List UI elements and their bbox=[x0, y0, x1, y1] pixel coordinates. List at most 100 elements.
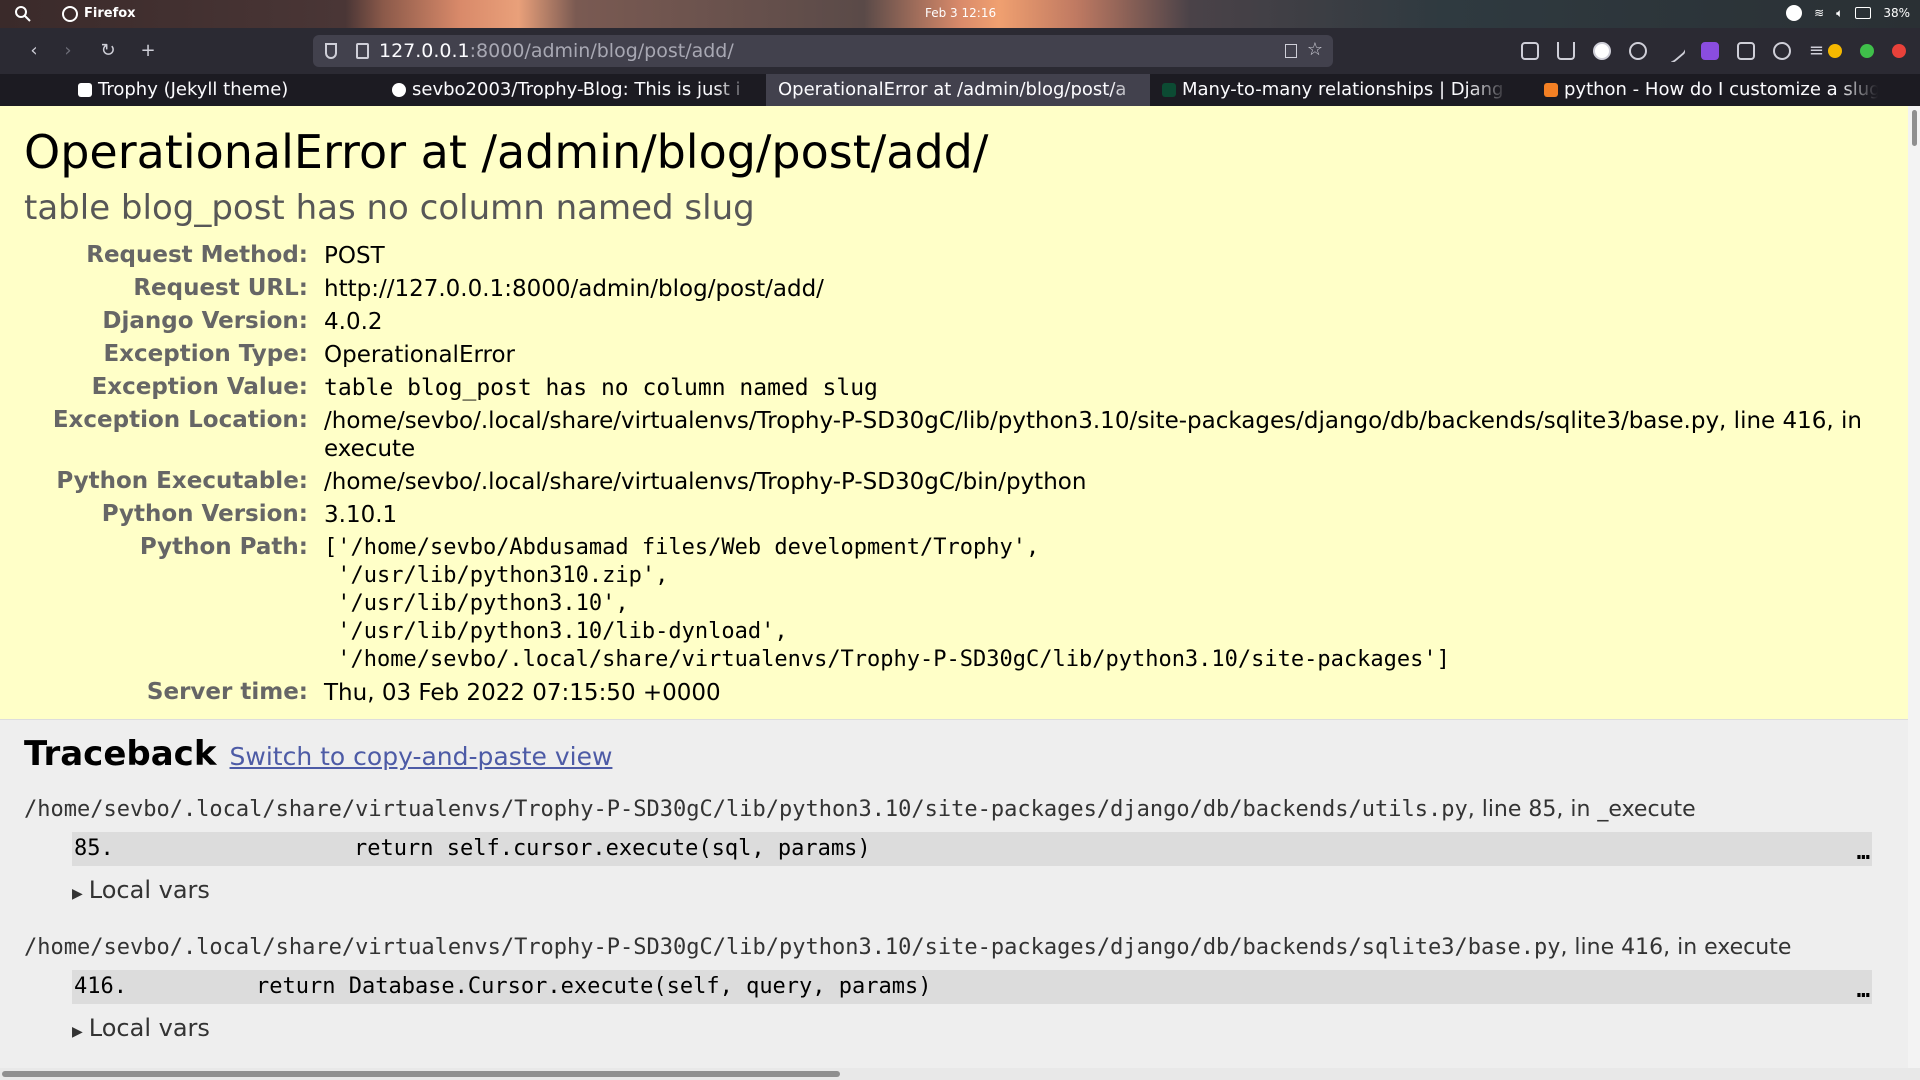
meta-label: Exception Value: bbox=[91, 374, 308, 400]
local-vars-label: Local vars bbox=[88, 1014, 210, 1042]
frame-file-path: /home/sevbo/.local/share/virtualenvs/Tro… bbox=[24, 934, 1844, 962]
meta-row: Exception Type: OperationalError bbox=[24, 339, 1884, 372]
tab-fade bbox=[1110, 74, 1150, 106]
battery-level: 38% bbox=[1883, 6, 1910, 20]
v-extension-icon[interactable] bbox=[1700, 41, 1719, 60]
meta-row: Server time: Thu, 03 Feb 2022 07:15:50 +… bbox=[24, 677, 1884, 710]
line-number: 85. bbox=[74, 836, 114, 861]
meta-label: Server time: bbox=[146, 679, 308, 705]
django-icon bbox=[1162, 83, 1176, 97]
tab-django-many-to-many[interactable]: Many-to-many relationships | Djang bbox=[1156, 74, 1508, 106]
meta-label: Python Path: bbox=[139, 534, 308, 560]
meta-label: Exception Type: bbox=[103, 341, 308, 367]
meta-row: Exception Value: table blog_post has no … bbox=[24, 372, 1884, 405]
tab-label: Trophy (Jekyll theme) bbox=[98, 79, 289, 100]
expand-context-button[interactable]: … bbox=[1857, 974, 1870, 1008]
more-extensions-icon[interactable] bbox=[1772, 41, 1791, 60]
tab-github-trophy-blog[interactable]: sevbo2003/Trophy-Blog: This is just i bbox=[386, 74, 754, 106]
forward-icon[interactable]: › bbox=[58, 41, 78, 61]
new-tab-icon[interactable]: + bbox=[138, 41, 158, 61]
reload-icon[interactable]: ↻ bbox=[98, 41, 118, 61]
pocket-icon[interactable] bbox=[1520, 41, 1539, 60]
bookmark-star-icon[interactable]: ☆ bbox=[1307, 39, 1323, 60]
back-icon[interactable]: ‹ bbox=[24, 41, 44, 61]
meta-value: table blog_post has no column named slug bbox=[324, 375, 878, 401]
downloads-icon[interactable] bbox=[1556, 41, 1575, 60]
url-bar[interactable]: 127.0.0.1:8000/admin/blog/post/add/ ☆ bbox=[313, 35, 1333, 67]
system-top-bar: Firefox Feb 3 12:16 ≋ 🔈︎ 38% bbox=[0, 0, 1920, 28]
meta-label: Request Method: bbox=[86, 242, 308, 268]
expand-context-button[interactable]: … bbox=[1857, 836, 1870, 870]
active-app-name[interactable]: Firefox bbox=[84, 6, 136, 21]
context-line[interactable]: 85. return self.cursor.execute(sql, para… bbox=[72, 832, 1872, 866]
battery-icon[interactable] bbox=[1855, 7, 1872, 19]
triangle-right-icon: ▶ bbox=[72, 1024, 83, 1040]
copy-paste-view-link[interactable]: Switch to copy-and-paste view bbox=[230, 742, 613, 771]
traceback-section: Traceback Switch to copy-and-paste view … bbox=[0, 720, 1908, 1070]
scroll-thumb[interactable] bbox=[1912, 110, 1917, 146]
frame-location: , line 85, in _execute bbox=[1467, 797, 1696, 822]
firefox-icon bbox=[62, 6, 78, 22]
meta-value: http://127.0.0.1:8000/admin/blog/post/ad… bbox=[324, 276, 824, 302]
tab-label: Many-to-many relationships | Djang bbox=[1182, 79, 1504, 100]
page-info-icon[interactable] bbox=[356, 43, 369, 59]
screenshot-extension-icon[interactable] bbox=[1736, 41, 1755, 60]
horizontal-scrollbar[interactable] bbox=[0, 1068, 1920, 1080]
tracking-shield-icon[interactable] bbox=[325, 43, 337, 59]
meta-value: Thu, 03 Feb 2022 07:15:50 +0000 bbox=[324, 680, 721, 706]
frame-file-path: /home/sevbo/.local/share/virtualenvs/Tro… bbox=[24, 796, 1884, 824]
frame-path: /home/sevbo/.local/share/virtualenvs/Tro… bbox=[24, 797, 1468, 822]
system-tray: ≋ 🔈︎ 38% bbox=[1786, 5, 1910, 21]
meta-row: Request URL: http://127.0.0.1:8000/admin… bbox=[24, 273, 1884, 306]
meta-value: ['/home/sevbo/Abdusamad files/Web develo… bbox=[324, 535, 1450, 672]
error-summary: OperationalError at /admin/blog/post/add… bbox=[0, 106, 1908, 720]
frame-path: /home/sevbo/.local/share/virtualenvs/Tro… bbox=[24, 935, 1561, 960]
tab-trophy-jekyll[interactable]: Trophy (Jekyll theme) bbox=[72, 74, 372, 106]
meta-value: 3.10.1 bbox=[324, 502, 398, 528]
menu-icon[interactable]: ≡ bbox=[1809, 40, 1824, 61]
pen-extension-icon[interactable] bbox=[1661, 37, 1687, 64]
meta-label: Python Executable: bbox=[56, 468, 308, 494]
meta-value: /home/sevbo/.local/share/virtualenvs/Tro… bbox=[324, 408, 1862, 462]
meta-label: Exception Location: bbox=[52, 407, 308, 433]
error-subtitle: table blog_post has no column named slug bbox=[24, 188, 755, 228]
context-line[interactable]: 416. return Database.Cursor.execute(self… bbox=[72, 970, 1872, 1004]
scroll-thumb[interactable] bbox=[2, 1071, 840, 1077]
minimize-window-icon[interactable] bbox=[1828, 43, 1842, 58]
traceback-title: Traceback bbox=[24, 734, 217, 774]
line-number: 416. bbox=[74, 974, 127, 999]
meta-row: Python Path: ['/home/sevbo/Abdusamad fil… bbox=[24, 532, 1884, 677]
vertical-scrollbar[interactable] bbox=[1908, 106, 1920, 1070]
triangle-right-icon: ▶ bbox=[72, 886, 83, 902]
check-icon[interactable] bbox=[1786, 5, 1803, 21]
browser-navbar: ‹ › ↻ + 127.0.0.1:8000/admin/blog/post/a… bbox=[0, 28, 1920, 74]
meta-row: Request Method: POST bbox=[24, 240, 1884, 273]
tab-label: sevbo2003/Trophy-Blog: This is just i bbox=[412, 79, 741, 100]
meta-label: Request URL: bbox=[133, 275, 308, 301]
stackoverflow-icon bbox=[1544, 83, 1558, 97]
tab-operational-error[interactable]: OperationalError at /admin/blog/post/a bbox=[766, 74, 1150, 106]
skype-extension-icon[interactable] bbox=[1592, 41, 1611, 60]
local-vars-toggle[interactable]: ▶ Local vars bbox=[72, 1014, 1884, 1042]
meta-label: Django Version: bbox=[102, 308, 308, 334]
meta-row: Python Executable: /home/sevbo/.local/sh… bbox=[24, 466, 1884, 499]
github-icon bbox=[392, 83, 406, 97]
meta-row: Exception Location: /home/sevbo/.local/s… bbox=[24, 405, 1884, 466]
meta-row: Python Version: 3.10.1 bbox=[24, 499, 1884, 532]
tab-stackoverflow-slug[interactable]: python - How do I customize a slug f bbox=[1538, 74, 1878, 106]
system-clock[interactable]: Feb 3 12:16 bbox=[925, 6, 996, 20]
close-window-icon[interactable] bbox=[1892, 43, 1906, 58]
url-text[interactable]: 127.0.0.1:8000/admin/blog/post/add/ bbox=[379, 40, 734, 62]
meta-value: /home/sevbo/.local/share/virtualenvs/Tro… bbox=[324, 469, 1087, 495]
tab-label: OperationalError at /admin/blog/post/a bbox=[778, 79, 1127, 100]
search-icon[interactable] bbox=[14, 5, 32, 23]
extension-icon[interactable] bbox=[1628, 41, 1647, 60]
code-text: return Database.Cursor.execute(self, que… bbox=[256, 974, 932, 999]
code-text: return self.cursor.execute(sql, params) bbox=[354, 836, 871, 861]
wifi-icon[interactable]: ≋ bbox=[1814, 6, 1824, 20]
tab-fade bbox=[1468, 74, 1508, 106]
reader-view-icon[interactable] bbox=[1285, 44, 1297, 58]
volume-icon[interactable]: 🔈︎ bbox=[1836, 6, 1843, 21]
local-vars-toggle[interactable]: ▶ Local vars bbox=[72, 876, 1884, 904]
maximize-window-icon[interactable] bbox=[1860, 43, 1874, 58]
